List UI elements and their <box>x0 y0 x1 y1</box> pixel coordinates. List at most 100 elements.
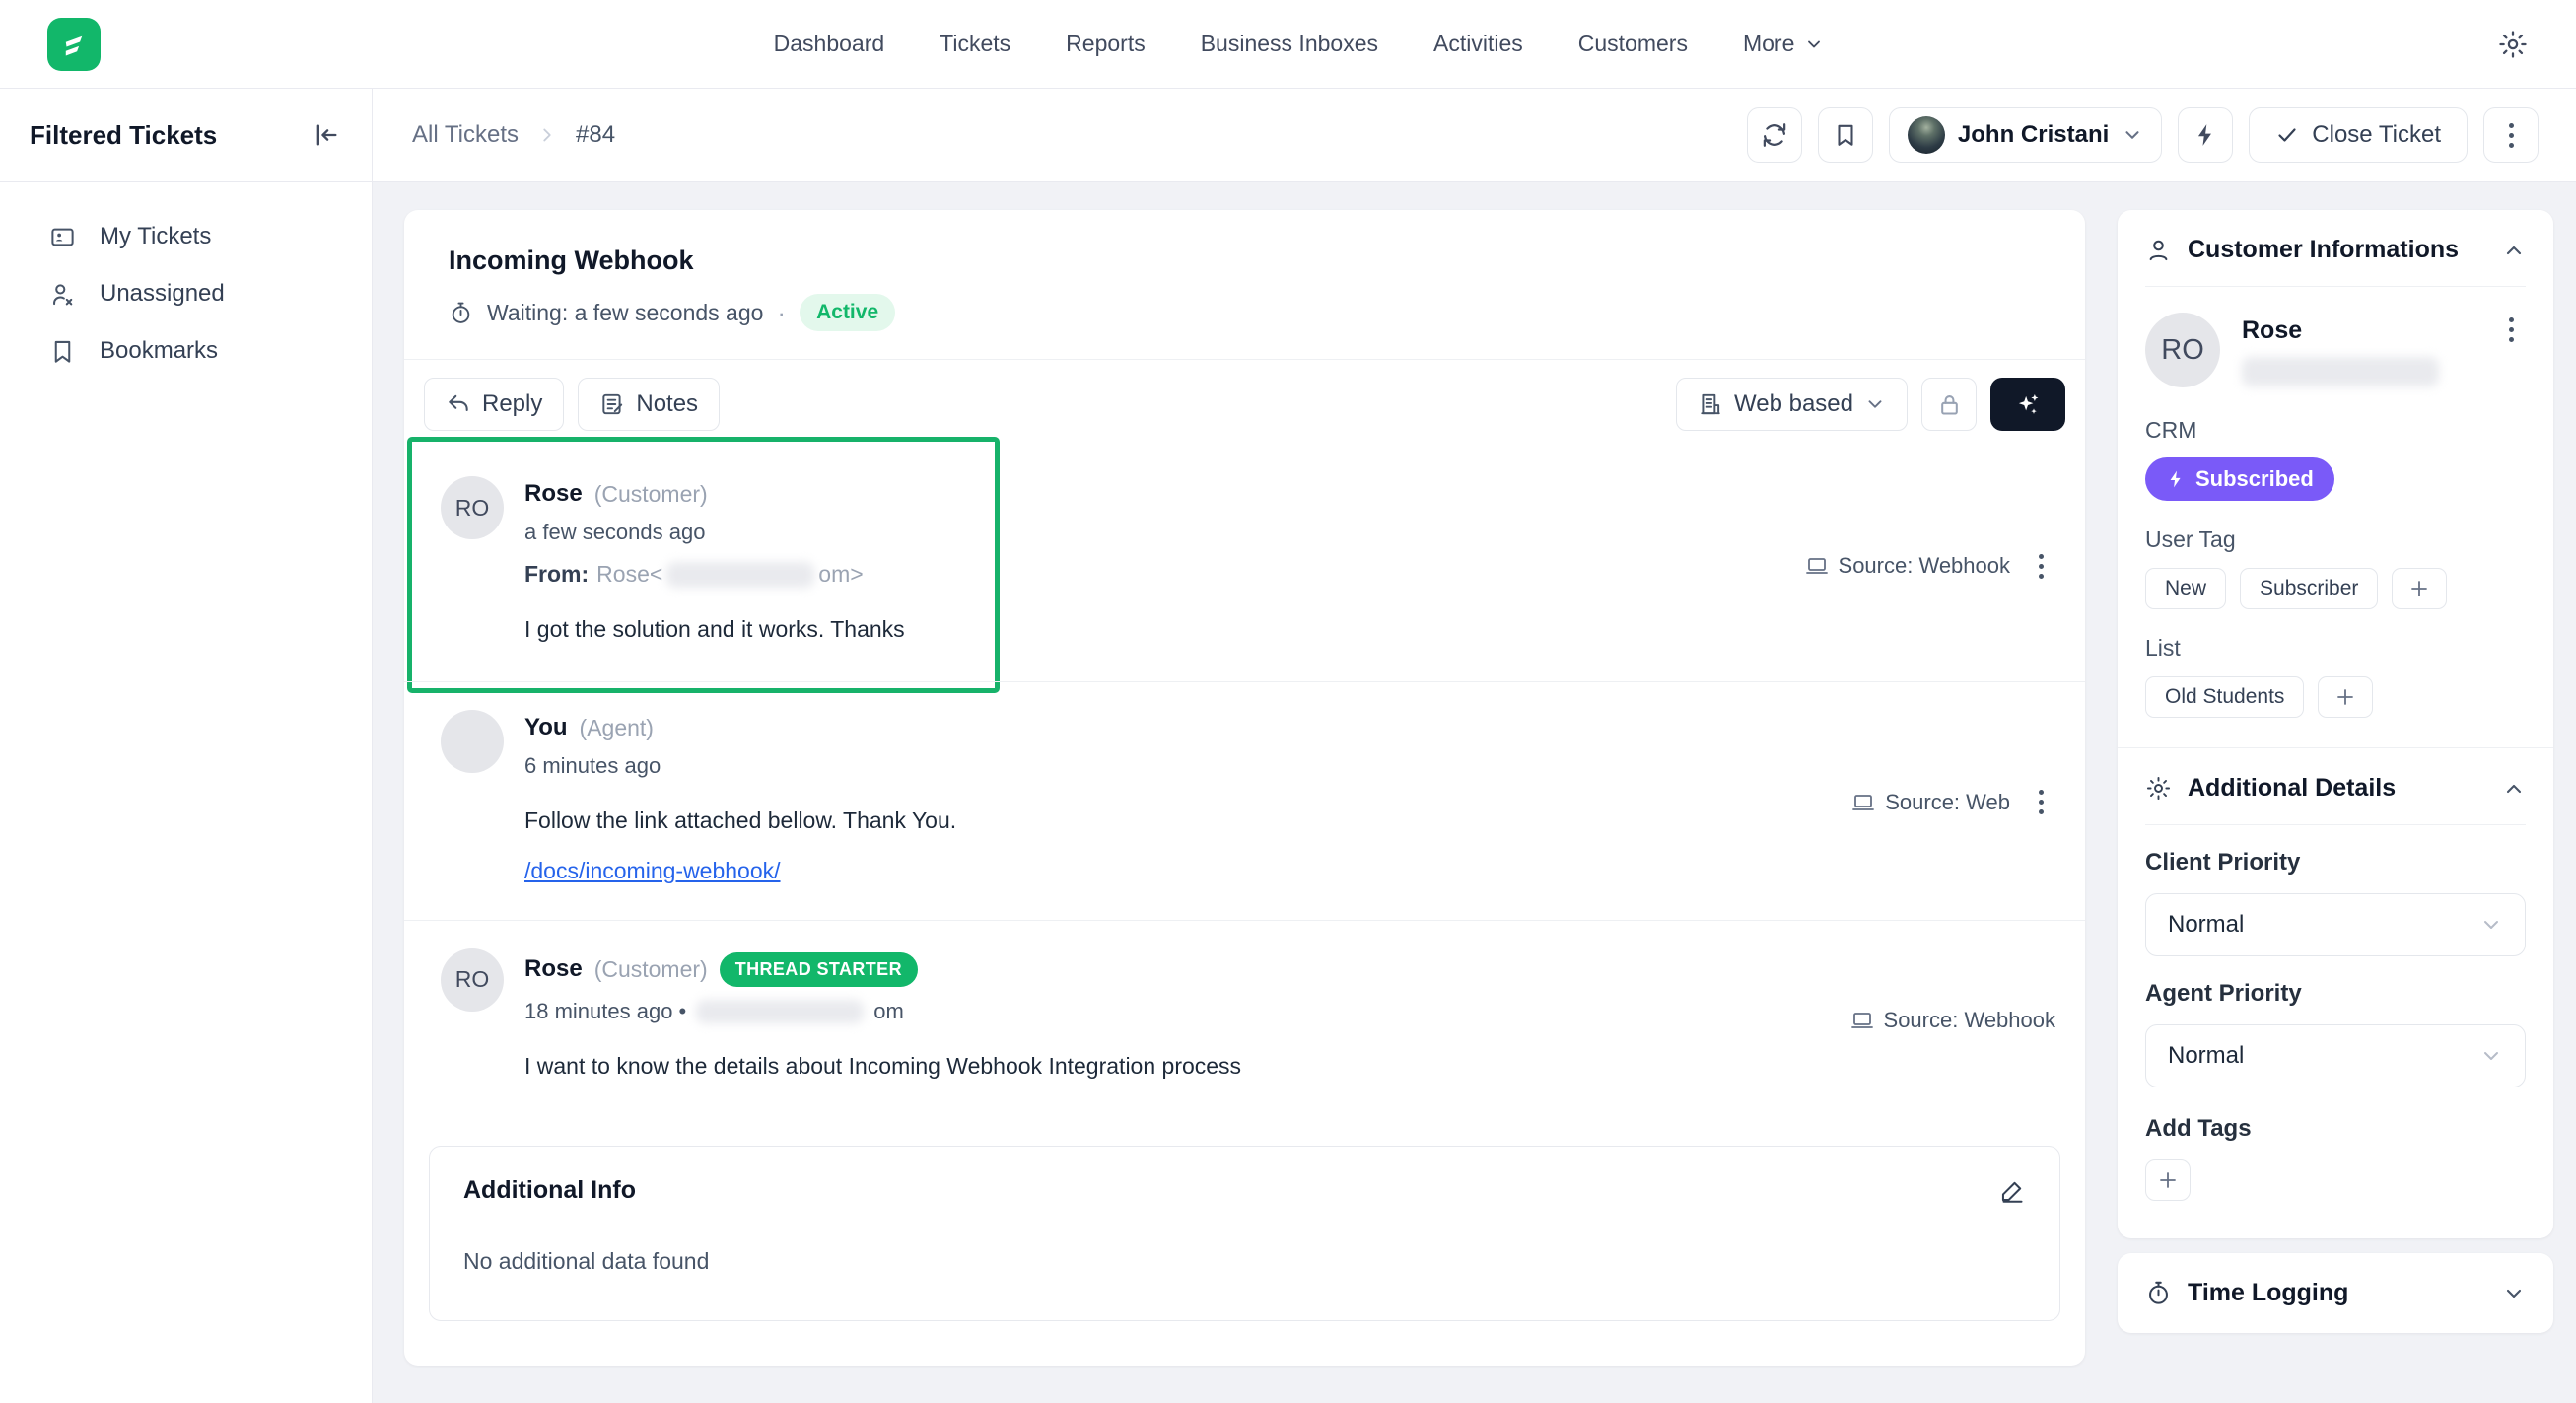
source-label: Source: Webhook <box>1850 1008 2055 1033</box>
primary-nav: Dashboard Tickets Reports Business Inbox… <box>774 31 1825 57</box>
private-lock-button[interactable] <box>1921 378 1977 431</box>
additional-info-empty-text: No additional data found <box>463 1248 2026 1275</box>
thread-starter-badge: THREAD STARTER <box>720 952 918 987</box>
header-actions: John Cristani Close Ticket <box>1747 107 2539 163</box>
message-author: Rose <box>524 955 583 983</box>
time-logging-header[interactable]: Time Logging <box>2118 1253 2553 1333</box>
redacted-email <box>696 1000 864 1023</box>
nav-item-business-inboxes[interactable]: Business Inboxes <box>1201 31 1378 57</box>
close-ticket-button[interactable]: Close Ticket <box>2249 107 2468 163</box>
chevron-down-icon <box>2479 913 2503 937</box>
client-priority-value: Normal <box>2168 911 2479 939</box>
message-main: Rose (Customer) THREAD STARTER 18 minute… <box>524 948 1830 1083</box>
laptop-icon <box>1851 791 1875 814</box>
sidebar-item-bookmarks[interactable]: Bookmarks <box>49 322 372 380</box>
customer-info-header[interactable]: Customer Informations <box>2118 210 2553 286</box>
chevron-up-icon <box>2502 777 2526 801</box>
crm-subscribed-badge: Subscribed <box>2145 457 2334 501</box>
nav-item-tickets[interactable]: Tickets <box>940 31 1010 57</box>
message-side: Source: Webhook <box>1850 948 2055 1083</box>
page-header: All Tickets #84 <box>373 89 2576 182</box>
right-panel: Customer Informations RO Rose <box>2118 210 2553 1333</box>
pencil-icon <box>1999 1177 2026 1204</box>
nav-item-reports[interactable]: Reports <box>1066 31 1146 57</box>
laptop-icon <box>1850 1009 1874 1032</box>
laptop-icon <box>1805 554 1829 578</box>
sidebar-title: Filtered Tickets <box>30 120 217 151</box>
chevron-down-icon <box>2502 1282 2526 1305</box>
reply-label: Reply <box>482 390 542 418</box>
thread-toolbar: Reply Notes <box>404 360 2085 449</box>
ticket-title: Incoming Webhook <box>449 246 2041 276</box>
reply-button[interactable]: Reply <box>424 378 564 431</box>
waiting-time-label: Waiting: a few seconds ago <box>487 300 763 326</box>
edit-additional-info-button[interactable] <box>1999 1177 2026 1204</box>
nav-item-customers[interactable]: Customers <box>1578 31 1688 57</box>
client-priority-label: Client Priority <box>2145 849 2526 877</box>
channel-building-icon <box>1698 391 1723 417</box>
additional-info-title: Additional Info <box>463 1176 636 1205</box>
message-author: You <box>524 714 568 741</box>
ticket-card-icon <box>49 224 76 250</box>
add-tags-block: Add Tags <box>2118 1087 2553 1238</box>
workflow-actions-button[interactable] <box>2178 107 2233 163</box>
agent-priority-value: Normal <box>2168 1042 2479 1070</box>
reply-arrow-icon <box>446 391 471 417</box>
user-x-icon <box>49 281 76 308</box>
message-author: Rose <box>524 480 583 508</box>
sidebar-item-label: Unassigned <box>100 280 225 308</box>
content-area: Incoming Webhook Waiting: a few seconds … <box>373 182 2576 1403</box>
message-time: a few seconds ago <box>524 520 1784 545</box>
agent-priority-select[interactable]: Normal <box>2145 1024 2526 1087</box>
additional-details-header[interactable]: Additional Details <box>2118 748 2553 824</box>
lock-icon <box>1936 391 1963 418</box>
refresh-button[interactable] <box>1747 107 1802 163</box>
message-agent-reply: You (Agent) 6 minutes ago Follow the lin… <box>404 681 2085 919</box>
nav-item-more[interactable]: More <box>1743 31 1824 57</box>
assigned-agent-dropdown[interactable]: John Cristani <box>1889 107 2162 163</box>
message-menu-button[interactable] <box>2026 786 2055 819</box>
add-user-tag-button[interactable] <box>2392 568 2447 609</box>
user-tag-block: User Tag New Subscriber <box>2118 501 2553 609</box>
list-block: List Old Students <box>2118 609 2553 718</box>
sidebar-header: Filtered Tickets <box>0 89 372 182</box>
app-root: Dashboard Tickets Reports Business Inbox… <box>0 0 2576 1403</box>
status-badge: Active <box>800 294 895 331</box>
sidebar-item-unassigned[interactable]: Unassigned <box>49 265 372 322</box>
ticket-more-menu-button[interactable] <box>2483 107 2539 163</box>
settings-button[interactable] <box>2497 29 2529 60</box>
sparkles-icon <box>2013 389 2043 419</box>
user-tag-pill: Subscriber <box>2240 568 2378 609</box>
notes-label: Notes <box>636 390 698 418</box>
customer-menu-button[interactable] <box>2496 313 2526 346</box>
message-menu-button[interactable] <box>2026 549 2055 583</box>
ticket-meta: Waiting: a few seconds ago · Active <box>449 294 2041 331</box>
customer-info-title: Customer Informations <box>2188 236 2486 264</box>
nav-item-dashboard[interactable]: Dashboard <box>774 31 885 57</box>
sidebar-item-my-tickets[interactable]: My Tickets <box>49 208 372 265</box>
breadcrumb-all-tickets[interactable]: All Tickets <box>412 121 519 149</box>
client-priority-select[interactable]: Normal <box>2145 893 2526 956</box>
notes-icon <box>599 391 625 417</box>
nav-item-activities[interactable]: Activities <box>1433 31 1523 57</box>
plus-icon <box>2407 577 2431 600</box>
kebab-icon <box>2496 118 2526 152</box>
client-priority-field: Client Priority Normal <box>2118 825 2553 956</box>
notes-button[interactable]: Notes <box>578 378 720 431</box>
message-link[interactable]: /docs/incoming-webhook/ <box>524 858 781 884</box>
brand-logo[interactable] <box>47 18 101 71</box>
message-role: (Agent) <box>580 715 654 741</box>
breadcrumb: All Tickets #84 <box>412 121 615 149</box>
add-list-button[interactable] <box>2318 676 2373 718</box>
bookmark-ticket-button[interactable] <box>1818 107 1873 163</box>
customer-profile: RO Rose <box>2118 287 2553 391</box>
nav-more-label: More <box>1743 31 1794 57</box>
channel-dropdown[interactable]: Web based <box>1676 378 1908 431</box>
gear-icon <box>2145 775 2172 802</box>
ai-assistant-button[interactable] <box>1990 378 2065 431</box>
body-row: Filtered Tickets My T <box>0 89 2576 1403</box>
sidebar-collapse-button[interactable] <box>313 121 340 149</box>
add-ticket-tag-button[interactable] <box>2145 1159 2191 1201</box>
time-logging-card: Time Logging <box>2118 1253 2553 1333</box>
source-label: Source: Webhook <box>1805 553 2010 579</box>
